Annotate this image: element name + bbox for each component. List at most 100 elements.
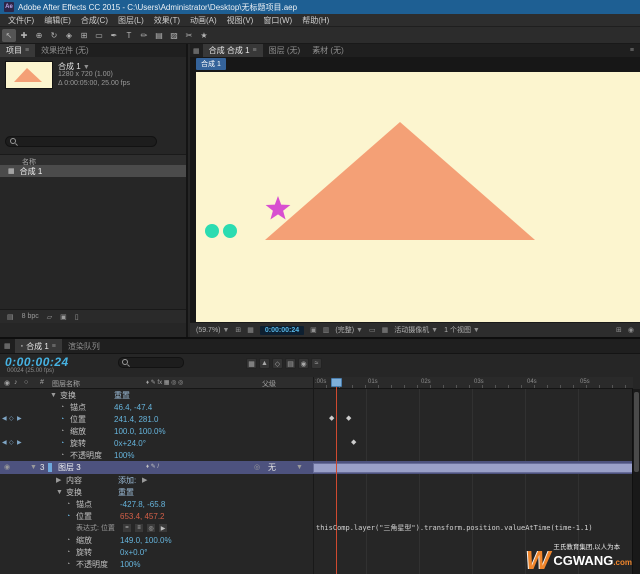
- property-value[interactable]: 0x+0.0°: [120, 548, 147, 557]
- eye-icon[interactable]: ◉: [4, 463, 10, 472]
- expression-graph-icon[interactable]: ≡: [134, 523, 144, 533]
- current-time-indicator-line[interactable]: [336, 387, 337, 574]
- column-parent[interactable]: 父级: [262, 379, 276, 389]
- property-name[interactable]: 旋转: [70, 439, 86, 448]
- menu-item-composition[interactable]: 合成(C): [76, 15, 113, 26]
- stopwatch-icon[interactable]: ◔: [66, 536, 70, 545]
- property-name[interactable]: 锚点: [70, 403, 86, 412]
- twirl-icon[interactable]: ▼: [56, 488, 63, 497]
- keyframe-icon[interactable]: ◆: [329, 414, 334, 422]
- motion-blur-icon[interactable]: ◉: [298, 358, 309, 369]
- group-name[interactable]: 变换: [66, 488, 82, 497]
- viewport-comp-badge[interactable]: 合成 1: [196, 58, 226, 70]
- shape-tool-button[interactable]: ▭: [92, 29, 106, 42]
- property-value[interactable]: 100.0, 100.0%: [114, 427, 166, 436]
- add-keyframe-icon[interactable]: ◇: [9, 415, 14, 424]
- property-name[interactable]: 锚点: [76, 500, 92, 509]
- property-name[interactable]: 位置: [76, 512, 92, 521]
- panel-group-menu[interactable]: ≡: [624, 44, 640, 57]
- stopwatch-icon[interactable]: ◔: [66, 500, 70, 509]
- solo-icon[interactable]: ○: [24, 379, 28, 386]
- clone-stamp-tool-button[interactable]: ▤: [152, 29, 166, 42]
- resolution-popup[interactable]: (完整) ▼: [335, 325, 363, 335]
- transform-group-row[interactable]: ▼ 变换 重置: [0, 389, 633, 401]
- eye-icon[interactable]: ◉: [4, 379, 10, 387]
- property-name[interactable]: 不透明度: [76, 560, 108, 569]
- mini-flowchart-icon[interactable]: ▦: [246, 358, 257, 369]
- pan-behind-tool-button[interactable]: ⊞: [77, 29, 91, 42]
- expression-pickwhip-icon[interactable]: ◎: [146, 523, 156, 533]
- grid-guides-icon[interactable]: ⊞: [235, 326, 241, 334]
- mask-visibility-icon[interactable]: ▦: [247, 326, 254, 334]
- composition-canvas[interactable]: [196, 72, 640, 322]
- delete-icon[interactable]: ▯: [75, 313, 79, 321]
- scrollbar-thumb[interactable]: [634, 392, 639, 472]
- chevron-down-icon[interactable]: ▼: [83, 64, 90, 71]
- menu-item-window[interactable]: 窗口(W): [258, 15, 297, 26]
- transform-group-row[interactable]: ▼ 变换 重置: [0, 486, 633, 498]
- new-folder-icon[interactable]: ▱: [47, 313, 52, 321]
- tab-footage[interactable]: 素材 (无): [306, 44, 350, 57]
- add-keyframe-icon[interactable]: ◇: [9, 439, 14, 448]
- frame-blend-icon[interactable]: ▤: [285, 358, 296, 369]
- transparency-grid-icon[interactable]: ▦: [382, 326, 389, 334]
- position-row[interactable]: ◀ ◇ ▶ ◔ 位置 241.4, 281.0: [0, 413, 633, 425]
- position-row-expression[interactable]: ◔ 位置 653.4, 457.2: [0, 510, 633, 522]
- property-name[interactable]: 缩放: [76, 536, 92, 545]
- roto-brush-tool-button[interactable]: ✂: [182, 29, 196, 42]
- magnification-popup[interactable]: (59.7%) ▼: [196, 327, 229, 334]
- snapshot-icon[interactable]: ▣: [310, 326, 317, 334]
- stopwatch-icon[interactable]: ◔: [60, 415, 64, 424]
- tab-effect-controls[interactable]: 效果控件 (无): [35, 44, 95, 57]
- layer-row-selected[interactable]: ◉ ▼ 3 图层 3 ♦ ✎ / ◎ 无 ▼: [0, 461, 633, 474]
- rotation-row[interactable]: ◀ ◇ ▶ ◔ 旋转 0x+24.0°: [0, 437, 633, 449]
- prev-keyframe-icon[interactable]: ◀: [2, 439, 7, 448]
- expression-enable-icon[interactable]: =: [122, 523, 132, 533]
- eraser-tool-button[interactable]: ▨: [167, 29, 181, 42]
- property-name[interactable]: 缩放: [70, 427, 86, 436]
- expression-text[interactable]: thisComp.layer("三角星型").transform.positio…: [316, 523, 628, 533]
- timeline-search[interactable]: [118, 357, 184, 368]
- contents-group-row[interactable]: ▶ 内容 添加: ▶: [0, 474, 633, 486]
- tab-render-queue[interactable]: 渲染队列: [62, 339, 106, 353]
- project-search-input[interactable]: [21, 138, 152, 145]
- menu-item-animation[interactable]: 动画(A): [185, 15, 222, 26]
- hand-tool-button[interactable]: ✚: [17, 29, 31, 42]
- interpret-footage-icon[interactable]: ▤: [7, 313, 14, 321]
- layer-name[interactable]: 图层 3: [58, 463, 81, 472]
- panel-menu-icon[interactable]: ≡: [630, 47, 634, 54]
- keyframe-icon[interactable]: ◆: [346, 414, 351, 422]
- zoom-tool-button[interactable]: ⊕: [32, 29, 46, 42]
- panel-menu-icon[interactable]: ≡: [253, 47, 257, 54]
- view-layout-popup[interactable]: 1 个视图 ▼: [444, 325, 480, 335]
- property-value[interactable]: 46.4, -47.4: [114, 403, 152, 412]
- graph-editor-icon[interactable]: ≈: [311, 358, 322, 369]
- pen-tool-button[interactable]: ✒: [107, 29, 121, 42]
- property-name[interactable]: 位置: [70, 415, 86, 424]
- draft-3d-icon[interactable]: ▲: [259, 358, 270, 369]
- anchor-point-row[interactable]: ◔ 锚点 -427.8, -65.8: [0, 498, 633, 510]
- shy-layers-icon[interactable]: ◇: [272, 358, 283, 369]
- stopwatch-icon[interactable]: ◔: [60, 451, 64, 460]
- viewer-timecode[interactable]: 0:00:00:24: [259, 325, 305, 335]
- current-timecode[interactable]: 0:00:00:24: [5, 355, 69, 369]
- dot-shape-1[interactable]: [205, 224, 219, 238]
- stopwatch-icon[interactable]: ◔: [66, 560, 70, 569]
- property-value[interactable]: 241.4, 281.0: [114, 415, 158, 424]
- rotation-tool-button[interactable]: ↻: [47, 29, 61, 42]
- brush-tool-button[interactable]: ✏: [137, 29, 151, 42]
- property-name[interactable]: 旋转: [76, 548, 92, 557]
- expression-language-menu-icon[interactable]: ▶: [158, 523, 168, 533]
- property-value[interactable]: 0x+24.0°: [114, 439, 146, 448]
- reset-link[interactable]: 重置: [118, 488, 134, 497]
- layer-duration-bar[interactable]: [313, 463, 633, 473]
- twirl-icon[interactable]: ▼: [30, 463, 37, 472]
- type-tool-button[interactable]: T: [122, 29, 136, 42]
- timeline-vertical-scrollbar[interactable]: [632, 389, 640, 574]
- stopwatch-icon[interactable]: ◔: [60, 403, 64, 412]
- timeline-search-input[interactable]: [133, 359, 180, 366]
- property-value[interactable]: -427.8, -65.8: [120, 500, 165, 509]
- scale-row[interactable]: ◔ 缩放 100.0, 100.0%: [0, 425, 633, 437]
- group-name[interactable]: 内容: [66, 476, 82, 485]
- menu-item-file[interactable]: 文件(F): [3, 15, 39, 26]
